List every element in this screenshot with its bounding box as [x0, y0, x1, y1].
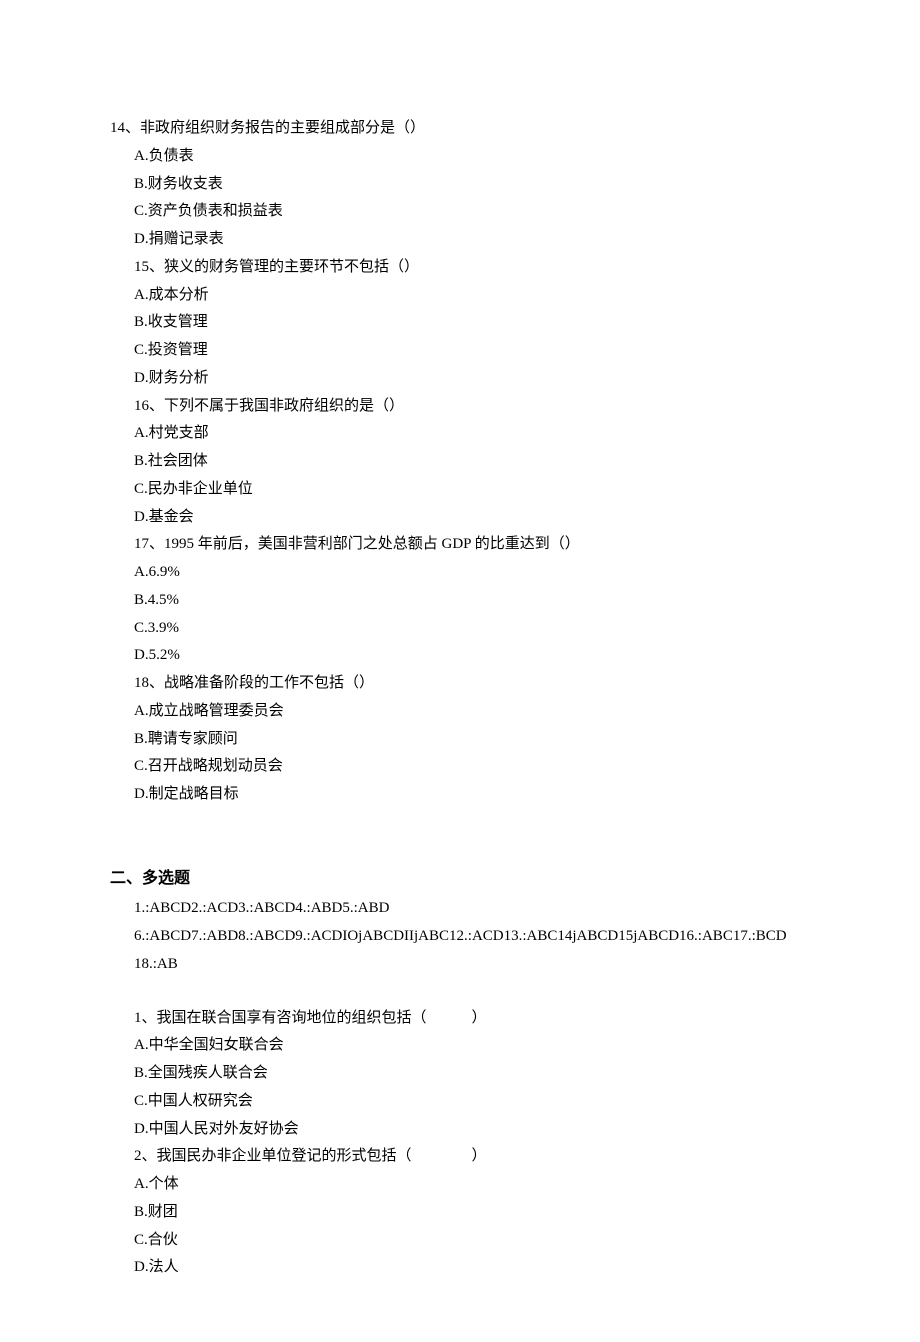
q14-stem: 14、非政府组织财务报告的主要组成部分是（） [110, 115, 810, 143]
q14-choice-d: D.捐赠记录表 [134, 226, 810, 254]
mq1-choice-c: C.中国人权研究会 [134, 1088, 810, 1116]
q16-choice-c: C.民办非企业单位 [134, 476, 810, 504]
q15-choice-b: B.收支管理 [134, 309, 810, 337]
mq2-stem: 2、我国民办非企业单位登记的形式包括（ ） [134, 1143, 810, 1171]
q17-choice-d: D.5.2% [134, 642, 810, 670]
answers-line-3: 18.:AB [134, 951, 810, 979]
q16-choice-a: A.村党支部 [134, 420, 810, 448]
q16-choice-d: D.基金会 [134, 504, 810, 532]
q16-stem: 16、下列不属于我国非政府组织的是（） [134, 393, 810, 421]
q16-choice-b: B.社会团体 [134, 448, 810, 476]
q15-stem: 15、狭义的财务管理的主要环节不包括（） [134, 254, 810, 282]
mq1-choice-d: D.中国人民对外友好协会 [134, 1116, 810, 1144]
q18-choice-d: D.制定战略目标 [134, 781, 810, 809]
answers-line-2: 6.:ABCD7.:ABD8.:ABCD9.:ACDIOjABCDIIjABC1… [134, 923, 810, 951]
mq1-choice-a: A.中华全国妇女联合会 [134, 1032, 810, 1060]
mq2-choice-d: D.法人 [134, 1254, 810, 1282]
q15-choice-d: D.财务分析 [134, 365, 810, 393]
q18-choice-a: A.成立战略管理委员会 [134, 698, 810, 726]
q14-choice-a: A.负债表 [134, 143, 810, 171]
q17-choice-a: A.6.9% [134, 559, 810, 587]
section2-title: 二、多选题 [110, 864, 810, 894]
q15-choice-c: C.投资管理 [134, 337, 810, 365]
mq2-choice-a: A.个体 [134, 1171, 810, 1199]
q14-choice-c: C.资产负债表和损益表 [134, 198, 810, 226]
q18-choice-c: C.召开战略规划动员会 [134, 753, 810, 781]
q17-choice-c: C.3.9% [134, 615, 810, 643]
mq2-choice-c: C.合伙 [134, 1227, 810, 1255]
mq1-choice-b: B.全国残疾人联合会 [134, 1060, 810, 1088]
q17-choice-b: B.4.5% [134, 587, 810, 615]
q15-choice-a: A.成本分析 [134, 282, 810, 310]
mq2-choice-b: B.财团 [134, 1199, 810, 1227]
q18-stem: 18、战略准备阶段的工作不包括（） [134, 670, 810, 698]
q14-through-q18-block: A.负债表 B.财务收支表 C.资产负债表和损益表 D.捐赠记录表 15、狭义的… [110, 143, 810, 809]
q14-choice-b: B.财务收支表 [134, 171, 810, 199]
answers-line-1: 1.:ABCD2.:ACD3.:ABCD4.:ABD5.:ABD [134, 895, 810, 923]
mq1-stem: 1、我国在联合国享有咨询地位的组织包括（ ） [134, 1005, 810, 1033]
q17-stem: 17、1995 年前后，美国非营利部门之处总额占 GDP 的比重达到（） [134, 531, 810, 559]
section2-body: 1.:ABCD2.:ACD3.:ABCD4.:ABD5.:ABD 6.:ABCD… [110, 895, 810, 1282]
q18-choice-b: B.聘请专家顾问 [134, 726, 810, 754]
